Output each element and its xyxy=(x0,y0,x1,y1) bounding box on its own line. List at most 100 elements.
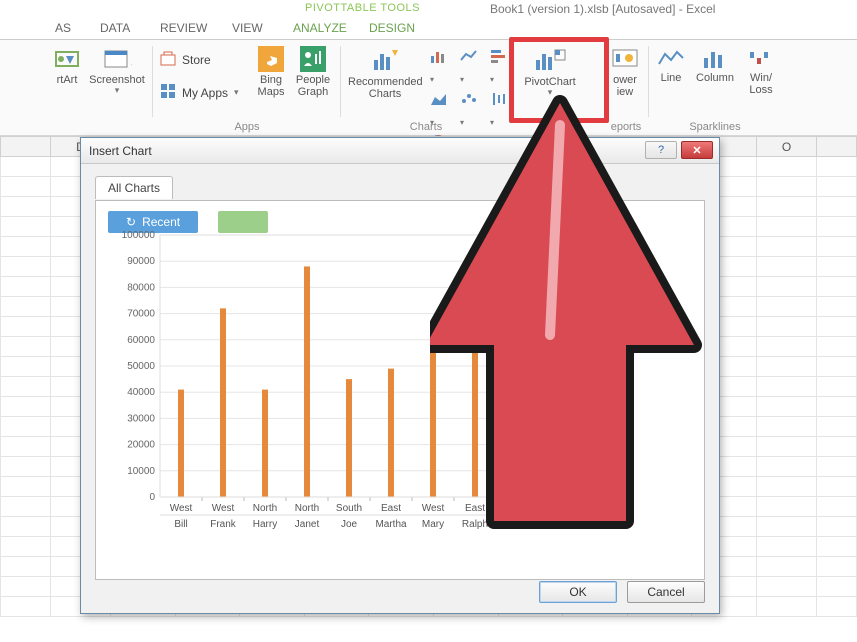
group-reports-label: eports xyxy=(604,121,648,133)
myapps-label: My Apps xyxy=(182,86,228,100)
dialog-help-button[interactable]: ? xyxy=(645,141,677,159)
svg-text:100000: 100000 xyxy=(122,230,156,241)
dialog-close-button[interactable]: ✕ xyxy=(681,141,713,159)
powerview-button[interactable]: ower iew xyxy=(610,46,640,98)
bar-chart-svg: 0100002000030000400005000060000700008000… xyxy=(110,229,590,553)
svg-text:Tom: Tom xyxy=(550,519,569,530)
powerview-label: ower iew xyxy=(610,74,640,98)
tab-formulas-partial[interactable]: AS xyxy=(55,21,71,35)
sparkline-column-label: Column xyxy=(694,72,736,84)
svg-text:30000: 30000 xyxy=(127,413,155,424)
ok-button[interactable]: OK xyxy=(539,581,617,603)
svg-text:South: South xyxy=(336,503,362,514)
myapps-icon xyxy=(160,83,176,102)
sparkline-winloss-label: Win/ Loss xyxy=(744,72,778,96)
recommendedcharts-icon xyxy=(348,46,422,74)
svg-text:West: West xyxy=(170,503,193,514)
svg-text:South: South xyxy=(546,503,572,514)
col-header-o[interactable]: O xyxy=(757,137,817,157)
sparkline-winloss-button[interactable]: Win/ Loss xyxy=(744,46,778,96)
tab-data[interactable]: DATA xyxy=(100,21,130,35)
bar-chart-icon[interactable]: ▾ xyxy=(430,48,448,87)
svg-text:70000: 70000 xyxy=(127,309,155,320)
sparkline-line-icon xyxy=(656,46,686,70)
svg-text:Joe: Joe xyxy=(341,519,358,530)
group-sparklines-label: Sparklines xyxy=(650,121,780,133)
separator xyxy=(648,46,649,117)
dialog-tabstrip: All Charts xyxy=(95,176,719,200)
chart-preview: 0100002000030000400005000060000700008000… xyxy=(110,229,690,567)
svg-text:Janet: Janet xyxy=(295,519,320,530)
col-header-partial[interactable] xyxy=(1,137,51,157)
svg-text:East: East xyxy=(381,503,401,514)
tab-analyze[interactable]: ANALYZE xyxy=(293,21,347,35)
svg-text:West: West xyxy=(422,503,445,514)
tab-review[interactable]: REVIEW xyxy=(160,21,207,35)
svg-text:North: North xyxy=(253,503,277,514)
tab-view[interactable]: VIEW xyxy=(232,21,263,35)
chart-preview-panel: ↻Recent Sum of 0100002000030000400005000… xyxy=(95,200,705,580)
svg-text:Harry: Harry xyxy=(253,519,277,530)
col-header[interactable] xyxy=(817,137,857,157)
sparkline-winloss-icon xyxy=(744,46,778,70)
svg-text:Ralph: Ralph xyxy=(462,519,488,530)
svg-text:60000: 60000 xyxy=(127,335,155,346)
app-titlebar: PIVOTTABLE TOOLS Book1 (version 1).xlsb … xyxy=(0,0,857,18)
smartart-icon xyxy=(52,46,82,72)
bing-icon xyxy=(255,46,287,72)
pivottable-tools-label: PIVOTTABLE TOOLS xyxy=(305,2,420,14)
svg-text:Frank: Frank xyxy=(210,519,237,530)
svg-text:0: 0 xyxy=(149,492,155,503)
dialog-titlebar[interactable]: Insert Chart ? ✕ xyxy=(81,138,719,164)
cancel-button[interactable]: Cancel xyxy=(627,581,705,603)
svg-text:90000: 90000 xyxy=(127,256,155,267)
dialog-title-text: Insert Chart xyxy=(89,144,152,158)
dropdown-caret-icon: ▾ xyxy=(234,87,239,98)
store-icon xyxy=(160,50,176,69)
myapps-button[interactable]: My Apps ▾ xyxy=(160,83,246,102)
sparkline-line-button[interactable]: Line xyxy=(656,46,686,84)
svg-text:West: West xyxy=(212,503,235,514)
ribbon-tabs: AS DATA REVIEW VIEW ANALYZE DESIGN xyxy=(0,18,857,40)
hbar-chart-icon[interactable]: ▾ xyxy=(490,48,508,87)
sparkline-column-icon xyxy=(694,46,736,70)
powerview-icon xyxy=(610,46,640,72)
svg-text:Sam: Sam xyxy=(507,519,528,530)
store-label: Store xyxy=(182,53,211,67)
bingmaps-button[interactable]: Bing Maps xyxy=(255,46,287,98)
peoplegraph-button[interactable]: People Graph xyxy=(294,46,332,98)
svg-text:Martha: Martha xyxy=(375,519,407,530)
store-button[interactable]: Store xyxy=(160,50,246,69)
dialog-button-row: OK Cancel xyxy=(539,581,705,603)
svg-text:+: + xyxy=(131,60,132,70)
apps-stack: Store My Apps ▾ xyxy=(160,50,246,102)
peoplegraph-label: People Graph xyxy=(294,74,332,98)
svg-text:East: East xyxy=(465,503,485,514)
recent-icon: ↻ xyxy=(126,215,136,229)
screenshot-button[interactable]: + Screenshot ▾ xyxy=(88,46,146,96)
sparkline-line-label: Line xyxy=(656,72,686,84)
svg-text:80000: 80000 xyxy=(127,282,155,293)
svg-text:Mary: Mary xyxy=(422,519,444,530)
peoplegraph-icon xyxy=(294,46,332,72)
tab-design[interactable]: DESIGN xyxy=(369,21,415,35)
svg-text:East: East xyxy=(507,503,527,514)
insert-chart-dialog: Insert Chart ? ✕ All Charts ↻Recent Sum … xyxy=(80,137,720,614)
svg-text:Bill: Bill xyxy=(174,519,187,530)
group-apps-label: Apps xyxy=(152,121,342,133)
dropdown-caret-icon: ▾ xyxy=(88,85,146,96)
tab-all-charts[interactable]: All Charts xyxy=(95,176,173,199)
group-charts-label: Charts xyxy=(340,121,512,133)
document-title: Book1 (version 1).xlsb [Autosaved] - Exc… xyxy=(490,2,715,16)
line-chart-icon[interactable]: ▾ xyxy=(460,48,478,87)
svg-text:50000: 50000 xyxy=(127,361,155,372)
smartart-button[interactable]: rtArt xyxy=(52,46,82,86)
recommendedcharts-button[interactable]: Recommended Charts xyxy=(348,46,422,100)
bingmaps-label: Bing Maps xyxy=(255,74,287,98)
svg-text:20000: 20000 xyxy=(127,440,155,451)
sparkline-column-button[interactable]: Column xyxy=(694,46,736,84)
separator xyxy=(152,46,153,117)
recommendedcharts-label: Recommended Charts xyxy=(348,76,422,100)
svg-text:North: North xyxy=(295,503,319,514)
ribbon: rtArt + Screenshot ▾ Store My Apps ▾ Bin… xyxy=(0,40,857,136)
